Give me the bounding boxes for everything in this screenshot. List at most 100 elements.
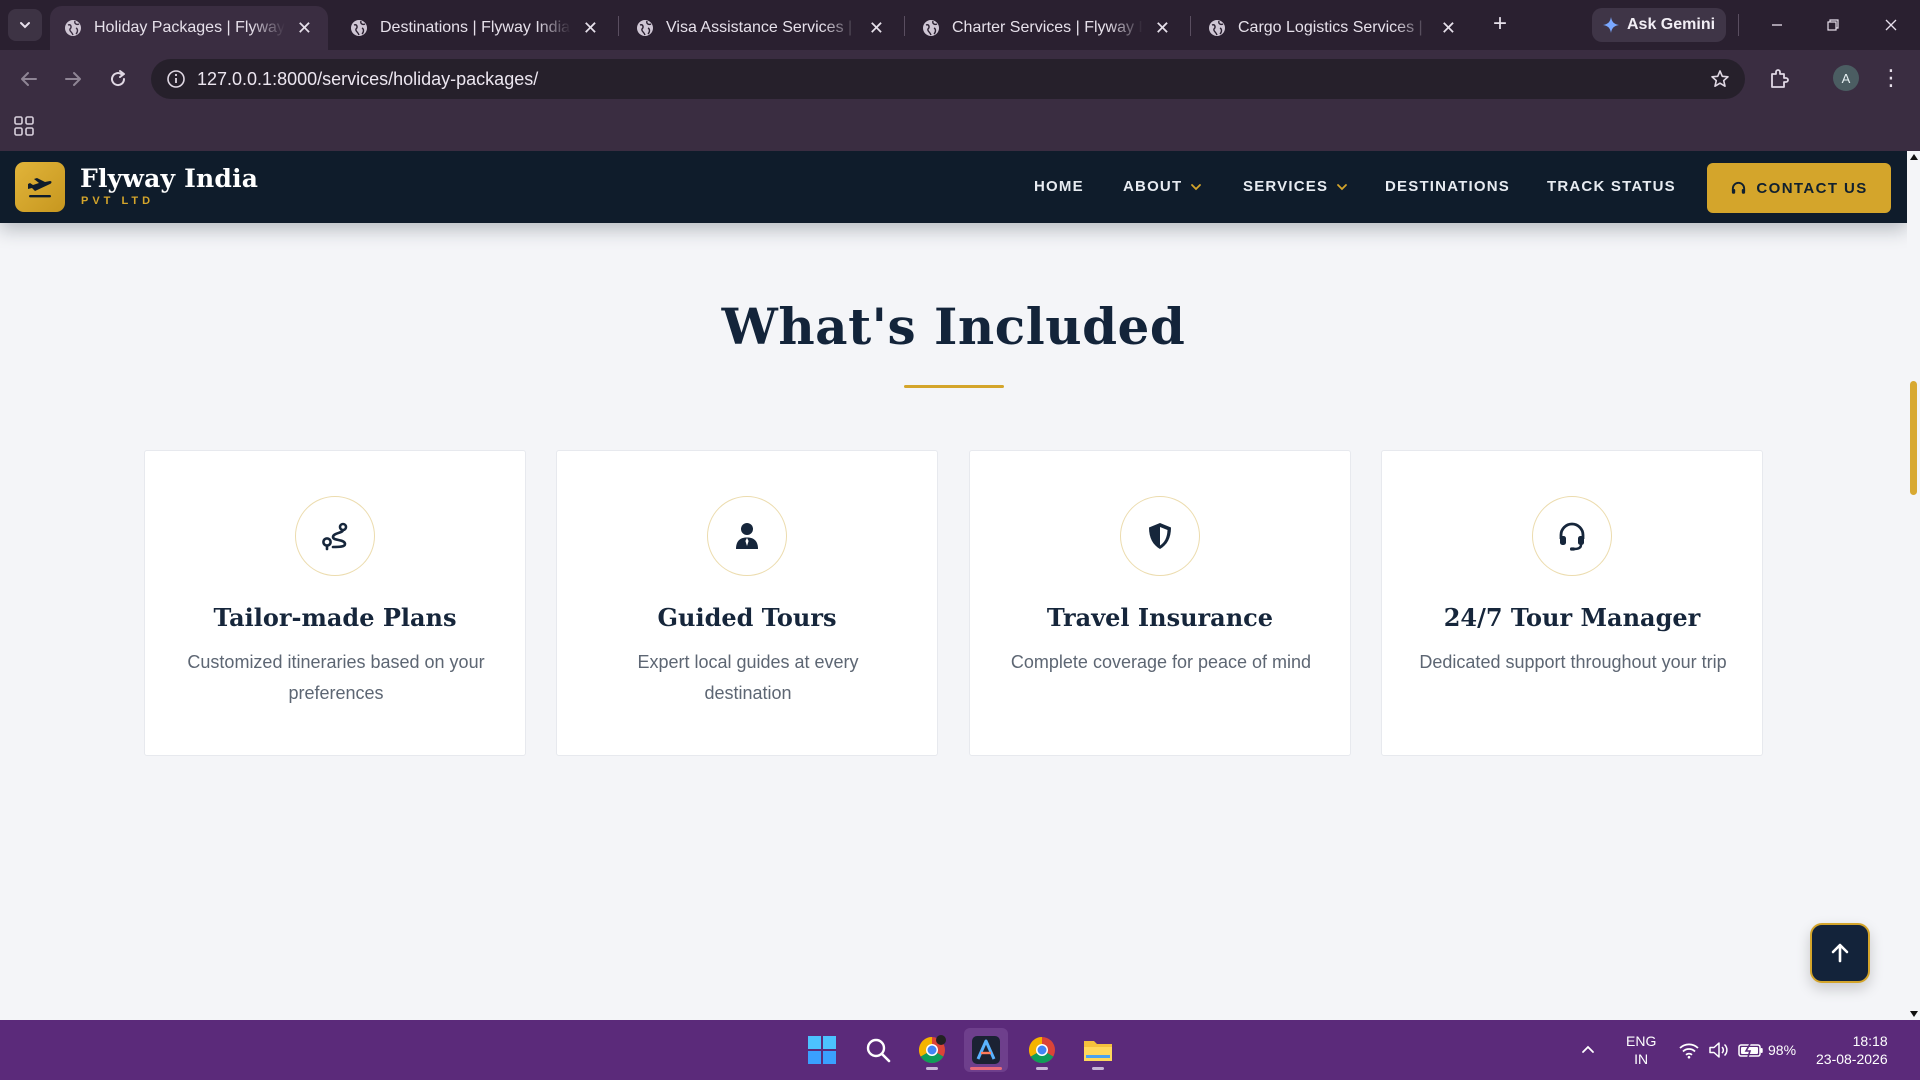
contact-us-label: CONTACT US bbox=[1756, 179, 1868, 197]
user-tie-icon bbox=[736, 523, 758, 549]
feature-icon-circle bbox=[295, 496, 375, 576]
language-code: ENG bbox=[1626, 1033, 1657, 1049]
scroll-up-arrow[interactable] bbox=[1910, 154, 1918, 160]
tab-cargo-logistics[interactable]: Cargo Logistics Services | Flyway India … bbox=[1194, 6, 1472, 50]
chevron-down-icon bbox=[1191, 183, 1202, 190]
volume-icon bbox=[1709, 1042, 1728, 1058]
site-logo[interactable] bbox=[15, 162, 65, 212]
taskbar-search-button[interactable] bbox=[856, 1028, 900, 1072]
taskbar-arc-app[interactable] bbox=[964, 1028, 1008, 1072]
chevron-down-icon bbox=[20, 22, 30, 29]
gemini-sparkle-icon bbox=[1603, 17, 1619, 33]
folder-icon bbox=[1084, 1041, 1112, 1061]
feature-card-travel-insurance: Travel Insurance Complete coverage for p… bbox=[969, 450, 1351, 756]
chevron-up-icon bbox=[1582, 1045, 1594, 1053]
close-icon[interactable]: ✕ bbox=[1439, 18, 1458, 39]
nav-home-label: HOME bbox=[1034, 178, 1084, 195]
page-scrollbar[interactable] bbox=[1907, 151, 1920, 1020]
apps-grid-icon[interactable] bbox=[12, 114, 36, 138]
language-indicator[interactable]: ENG IN bbox=[1626, 1020, 1656, 1080]
close-icon[interactable]: ✕ bbox=[581, 18, 600, 39]
chevron-down-icon bbox=[1337, 183, 1348, 190]
taskbar-chrome[interactable] bbox=[1020, 1028, 1064, 1072]
restore-icon bbox=[1827, 19, 1839, 31]
close-icon[interactable]: ✕ bbox=[295, 18, 314, 39]
extensions-puzzle-icon[interactable] bbox=[1766, 65, 1794, 93]
scroll-down-arrow[interactable] bbox=[1910, 1011, 1918, 1017]
back-button[interactable] bbox=[14, 64, 44, 94]
system-status-tray[interactable]: 98% bbox=[1678, 1020, 1796, 1080]
restore-button[interactable] bbox=[1810, 10, 1856, 40]
tab-separator bbox=[1190, 16, 1191, 36]
running-indicator bbox=[970, 1067, 1002, 1070]
reload-button[interactable] bbox=[103, 64, 133, 94]
window-close-button[interactable] bbox=[1868, 10, 1914, 40]
globe-icon bbox=[351, 20, 367, 36]
route-icon bbox=[322, 522, 348, 551]
forward-button[interactable] bbox=[58, 64, 88, 94]
tab-title: Visa Assistance Services | Flyway India bbox=[666, 19, 857, 36]
nav-destinations[interactable]: DESTINATIONS bbox=[1385, 178, 1510, 195]
arrow-left-icon bbox=[21, 72, 37, 86]
url-text[interactable]: 127.0.0.1:8000/services/holiday-packages… bbox=[197, 69, 538, 90]
tab-visa-assistance[interactable]: Visa Assistance Services | Flyway India … bbox=[622, 6, 900, 50]
site-navbar: Flyway India PVT LTD HOME ABOUT SERVICES… bbox=[0, 151, 1907, 223]
taskbar-file-explorer[interactable] bbox=[1076, 1028, 1120, 1072]
address-bar[interactable]: 127.0.0.1:8000/services/holiday-packages… bbox=[151, 59, 1745, 99]
feature-card-tailor-made: Tailor-made Plans Customized itineraries… bbox=[144, 450, 526, 756]
nav-services[interactable]: SERVICES bbox=[1243, 178, 1348, 195]
scrollbar-thumb[interactable] bbox=[1910, 381, 1917, 495]
tray-overflow-button[interactable] bbox=[1580, 1020, 1596, 1080]
app-a-logo-icon bbox=[972, 1036, 1000, 1064]
nav-destinations-label: DESTINATIONS bbox=[1385, 178, 1510, 195]
close-icon[interactable]: ✕ bbox=[1153, 18, 1172, 39]
tab-separator bbox=[904, 16, 905, 36]
reload-icon bbox=[111, 70, 126, 87]
profile-avatar[interactable]: A bbox=[1833, 65, 1859, 91]
browser-chrome: Holiday Packages | Flyway India Pvt Ltd … bbox=[0, 0, 1920, 151]
clock[interactable]: 18:18 23-08-2026 bbox=[1816, 1020, 1888, 1080]
tab-charter-services[interactable]: Charter Services | Flyway India Pvt Ltd … bbox=[908, 6, 1186, 50]
ask-gemini-button[interactable]: Ask Gemini bbox=[1592, 8, 1726, 42]
feature-card-title: Tailor-made Plans bbox=[213, 603, 457, 632]
taskbar-chrome-profile[interactable] bbox=[910, 1028, 954, 1072]
nav-track-status[interactable]: TRACK STATUS bbox=[1547, 178, 1676, 195]
tab-destinations[interactable]: Destinations | Flyway India Pvt Ltd ✕ bbox=[336, 6, 614, 50]
headset-icon bbox=[1559, 522, 1585, 551]
tab-strip: Holiday Packages | Flyway India Pvt Ltd … bbox=[0, 0, 1920, 50]
windows-logo-icon bbox=[808, 1036, 836, 1064]
toolbar-separator bbox=[1738, 14, 1739, 36]
globe-icon bbox=[637, 20, 653, 36]
start-button[interactable] bbox=[800, 1028, 844, 1072]
info-icon[interactable] bbox=[165, 68, 187, 90]
feature-card-guided-tours: Guided Tours Expert local guides at ever… bbox=[556, 450, 938, 756]
running-indicator bbox=[1092, 1067, 1104, 1070]
feature-card-description: Customized itineraries based on your pre… bbox=[187, 652, 485, 703]
brand-name[interactable]: Flyway India bbox=[80, 164, 258, 193]
bookmark-star-icon[interactable] bbox=[1709, 68, 1731, 90]
tab-title: Cargo Logistics Services | Flyway India bbox=[1238, 19, 1429, 36]
minimize-button[interactable] bbox=[1754, 10, 1800, 40]
more-menu-icon[interactable]: ⋮ bbox=[1880, 65, 1902, 93]
feature-card-description: Complete coverage for peace of mind bbox=[1010, 652, 1312, 672]
nav-home[interactable]: HOME bbox=[1034, 178, 1084, 195]
scroll-to-top-button[interactable] bbox=[1810, 923, 1870, 983]
tab-holiday-packages[interactable]: Holiday Packages | Flyway India Pvt Ltd … bbox=[50, 6, 328, 50]
running-indicator bbox=[1036, 1067, 1048, 1070]
plane-departure-icon bbox=[28, 178, 52, 198]
globe-icon bbox=[923, 20, 939, 36]
web-page: Flyway India PVT LTD HOME ABOUT SERVICES… bbox=[0, 151, 1907, 1020]
close-icon[interactable]: ✕ bbox=[867, 18, 886, 39]
feature-icon-circle bbox=[707, 496, 787, 576]
browser-toolbar: 127.0.0.1:8000/services/holiday-packages… bbox=[0, 50, 1920, 108]
running-indicator bbox=[926, 1067, 938, 1070]
chrome-icon bbox=[918, 1035, 946, 1064]
tab-search-button[interactable] bbox=[8, 9, 42, 41]
nav-about[interactable]: ABOUT bbox=[1123, 178, 1202, 195]
clock-date: 23-08-2026 bbox=[1816, 1051, 1888, 1067]
feature-card-tour-manager: 24/7 Tour Manager Dedicated support thro… bbox=[1381, 450, 1763, 756]
battery-percent: 98% bbox=[1768, 1042, 1797, 1058]
contact-us-button[interactable]: CONTACT US bbox=[1707, 163, 1891, 213]
feature-icon-circle bbox=[1120, 496, 1200, 576]
new-tab-button[interactable]: + bbox=[1486, 11, 1514, 39]
